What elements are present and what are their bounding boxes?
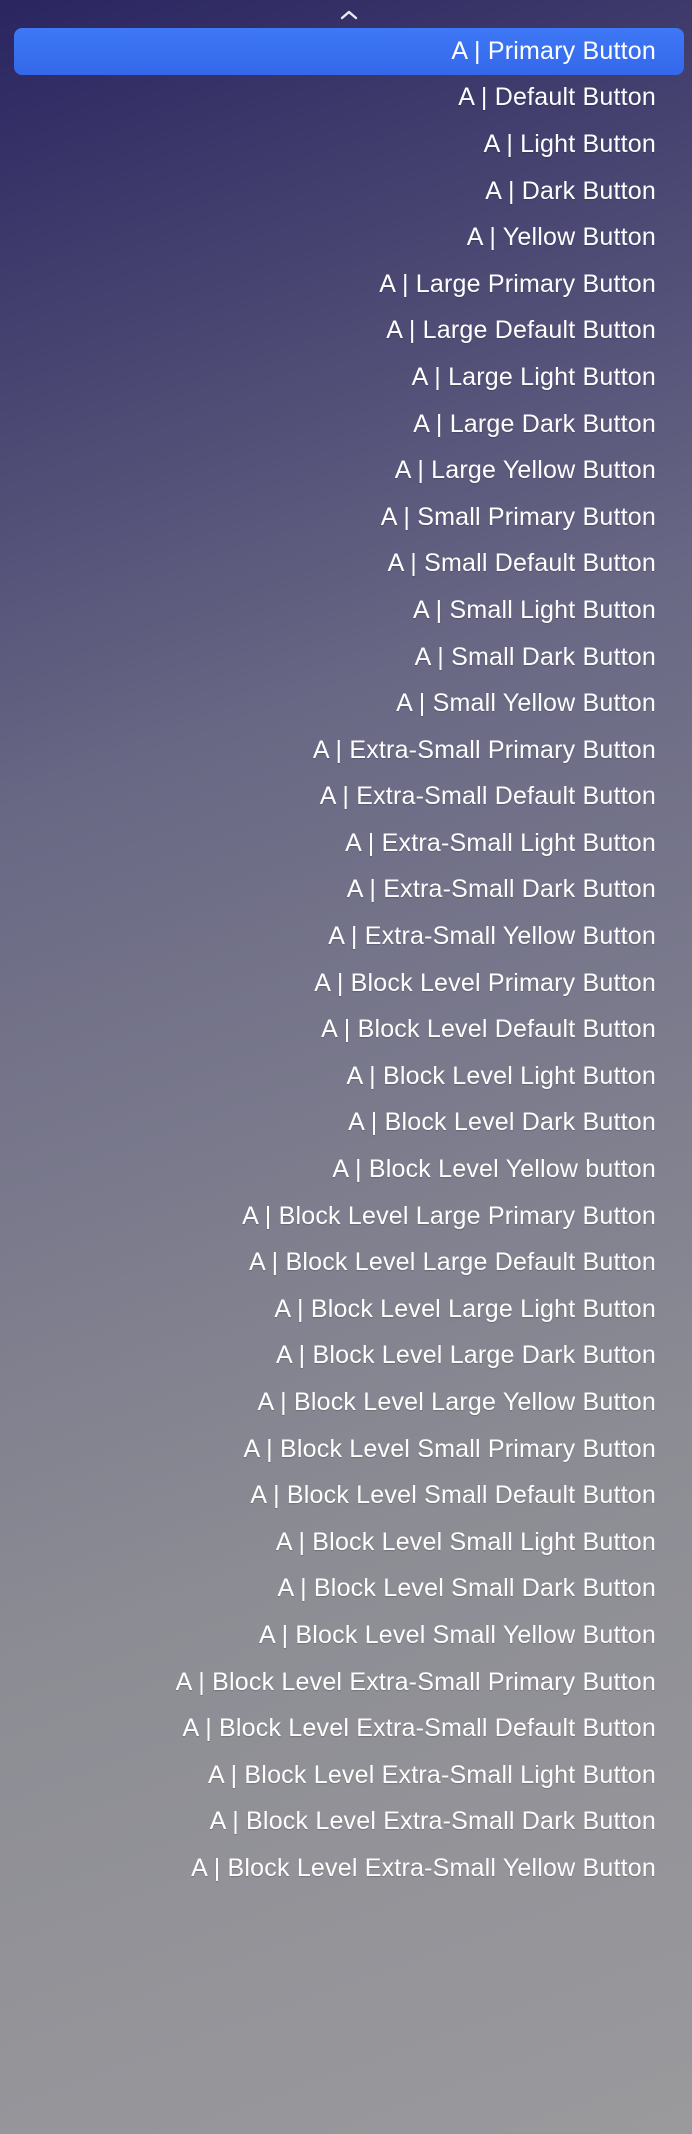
menu-item-label: A | Block Level Small Dark Button bbox=[277, 1574, 656, 1603]
menu-item[interactable]: A | Block Level Default Button bbox=[14, 1006, 684, 1053]
menu-item[interactable]: A | Block Level Large Default Button bbox=[14, 1239, 684, 1286]
chevron-up-icon bbox=[340, 8, 358, 26]
menu-item[interactable]: A | Block Level Light Button bbox=[14, 1053, 684, 1100]
menu-item-label: A | Block Level Large Default Button bbox=[249, 1248, 656, 1277]
menu-item[interactable]: A | Block Level Large Dark Button bbox=[14, 1333, 684, 1380]
menu-item[interactable]: A | Block Level Large Primary Button bbox=[14, 1193, 684, 1240]
menu-item-label: A | Block Level Large Yellow Button bbox=[258, 1388, 656, 1417]
menu-item[interactable]: A | Primary Button bbox=[14, 28, 684, 75]
menu-item-label: A | Large Default Button bbox=[386, 316, 656, 345]
menu-item[interactable]: A | Large Light Button bbox=[14, 354, 684, 401]
menu-item[interactable]: A | Extra-Small Dark Button bbox=[14, 867, 684, 914]
menu-item[interactable]: A | Block Level Small Primary Button bbox=[14, 1426, 684, 1473]
menu-item-label: A | Light Button bbox=[484, 130, 656, 159]
menu-item-label: A | Block Level Small Default Button bbox=[250, 1481, 656, 1510]
menu-item[interactable]: A | Block Level Extra-Small Dark Button bbox=[14, 1799, 684, 1846]
menu-item-label: A | Block Level Small Primary Button bbox=[244, 1435, 656, 1464]
menu-item[interactable]: A | Large Primary Button bbox=[14, 261, 684, 308]
menu-item-label: A | Extra-Small Yellow Button bbox=[328, 922, 656, 951]
menu-item[interactable]: A | Block Level Yellow button bbox=[14, 1146, 684, 1193]
menu-item[interactable]: A | Extra-Small Light Button bbox=[14, 820, 684, 867]
menu-item[interactable]: A | Block Level Extra-Small Default Butt… bbox=[14, 1705, 684, 1752]
menu-item-label: A | Primary Button bbox=[451, 37, 656, 66]
menu-item[interactable]: A | Block Level Primary Button bbox=[14, 960, 684, 1007]
menu-item[interactable]: A | Block Level Extra-Small Light Button bbox=[14, 1752, 684, 1799]
menu-item[interactable]: A | Dark Button bbox=[14, 168, 684, 215]
menu-item[interactable]: A | Small Yellow Button bbox=[14, 680, 684, 727]
menu-item[interactable]: A | Block Level Extra-Small Yellow Butto… bbox=[14, 1845, 684, 1892]
menu-item-label: A | Block Level Large Primary Button bbox=[242, 1202, 656, 1231]
menu-item-label: A | Block Level Yellow button bbox=[332, 1155, 656, 1184]
menu-item[interactable]: A | Block Level Extra-Small Primary Butt… bbox=[14, 1659, 684, 1706]
menu-item[interactable]: A | Light Button bbox=[14, 121, 684, 168]
menu-item[interactable]: A | Block Level Large Yellow Button bbox=[14, 1379, 684, 1426]
menu-item[interactable]: A | Small Dark Button bbox=[14, 634, 684, 681]
dropdown-menu[interactable]: A | Primary Button A | Default Button A | … bbox=[10, 0, 688, 1902]
menu-item[interactable]: A | Block Level Large Light Button bbox=[14, 1286, 684, 1333]
menu-item-label: A | Block Level Dark Button bbox=[348, 1108, 656, 1137]
menu-item-label: A | Dark Button bbox=[485, 177, 656, 206]
menu-item[interactable]: A | Block Level Dark Button bbox=[14, 1100, 684, 1147]
menu-item[interactable]: A | Small Default Button bbox=[14, 541, 684, 588]
menu-item[interactable]: A | Block Level Small Dark Button bbox=[14, 1566, 684, 1613]
menu-item-label: A | Large Light Button bbox=[412, 363, 656, 392]
menu-item-label: A | Block Level Primary Button bbox=[314, 969, 656, 998]
menu-item-label: A | Block Level Small Yellow Button bbox=[259, 1621, 656, 1650]
menu-item[interactable]: A | Default Button bbox=[14, 75, 684, 122]
menu-item[interactable]: A | Small Light Button bbox=[14, 587, 684, 634]
menu-item[interactable]: A | Block Level Small Yellow Button bbox=[14, 1612, 684, 1659]
menu-item-label: A | Extra-Small Dark Button bbox=[347, 875, 656, 904]
menu-item-label: A | Large Primary Button bbox=[379, 270, 656, 299]
menu-item[interactable]: A | Large Dark Button bbox=[14, 401, 684, 448]
menu-item-label: A | Block Level Small Light Button bbox=[276, 1528, 656, 1557]
menu-item-label: A | Block Level Extra-Small Yellow Butto… bbox=[191, 1854, 656, 1883]
menu-item[interactable]: A | Yellow Button bbox=[14, 214, 684, 261]
menu-item-label: A | Block Level Large Light Button bbox=[274, 1295, 656, 1324]
menu-item-label: A | Block Level Extra-Small Dark Button bbox=[210, 1807, 656, 1836]
menu-item-label: A | Small Default Button bbox=[388, 549, 656, 578]
menu-item-label: A | Small Light Button bbox=[413, 596, 656, 625]
scroll-up-button[interactable] bbox=[10, 6, 688, 28]
menu-item-label: A | Large Dark Button bbox=[413, 410, 656, 439]
menu-item[interactable]: A | Block Level Small Default Button bbox=[14, 1472, 684, 1519]
menu-item-label: A | Extra-Small Light Button bbox=[345, 829, 656, 858]
menu-item-label: A | Block Level Large Dark Button bbox=[276, 1341, 656, 1370]
menu-item-label: A | Default Button bbox=[458, 83, 656, 112]
menu-item[interactable]: A | Large Default Button bbox=[14, 308, 684, 355]
menu-item-label: A | Block Level Extra-Small Primary Butt… bbox=[176, 1668, 656, 1697]
menu-item-label: A | Block Level Extra-Small Default Butt… bbox=[183, 1714, 656, 1743]
menu-item-label: A | Block Level Light Button bbox=[346, 1062, 656, 1091]
menu-item-label: A | Extra-Small Primary Button bbox=[313, 736, 656, 765]
menu-item-label: A | Small Primary Button bbox=[381, 503, 656, 532]
menu-item-label: A | Block Level Default Button bbox=[321, 1015, 656, 1044]
menu-item-label: A | Yellow Button bbox=[467, 223, 656, 252]
menu-item[interactable]: A | Extra-Small Yellow Button bbox=[14, 913, 684, 960]
menu-item[interactable]: A | Small Primary Button bbox=[14, 494, 684, 541]
menu-item[interactable]: A | Extra-Small Primary Button bbox=[14, 727, 684, 774]
menu-item-label: A | Small Dark Button bbox=[415, 643, 656, 672]
menu-item[interactable]: A | Block Level Small Light Button bbox=[14, 1519, 684, 1566]
menu-item-label: A | Large Yellow Button bbox=[395, 456, 656, 485]
menu-item[interactable]: A | Extra-Small Default Button bbox=[14, 774, 684, 821]
menu-item-label: A | Small Yellow Button bbox=[396, 689, 656, 718]
menu-item-label: A | Block Level Extra-Small Light Button bbox=[208, 1761, 656, 1790]
menu-item-label: A | Extra-Small Default Button bbox=[320, 782, 656, 811]
menu-item[interactable]: A | Large Yellow Button bbox=[14, 447, 684, 494]
